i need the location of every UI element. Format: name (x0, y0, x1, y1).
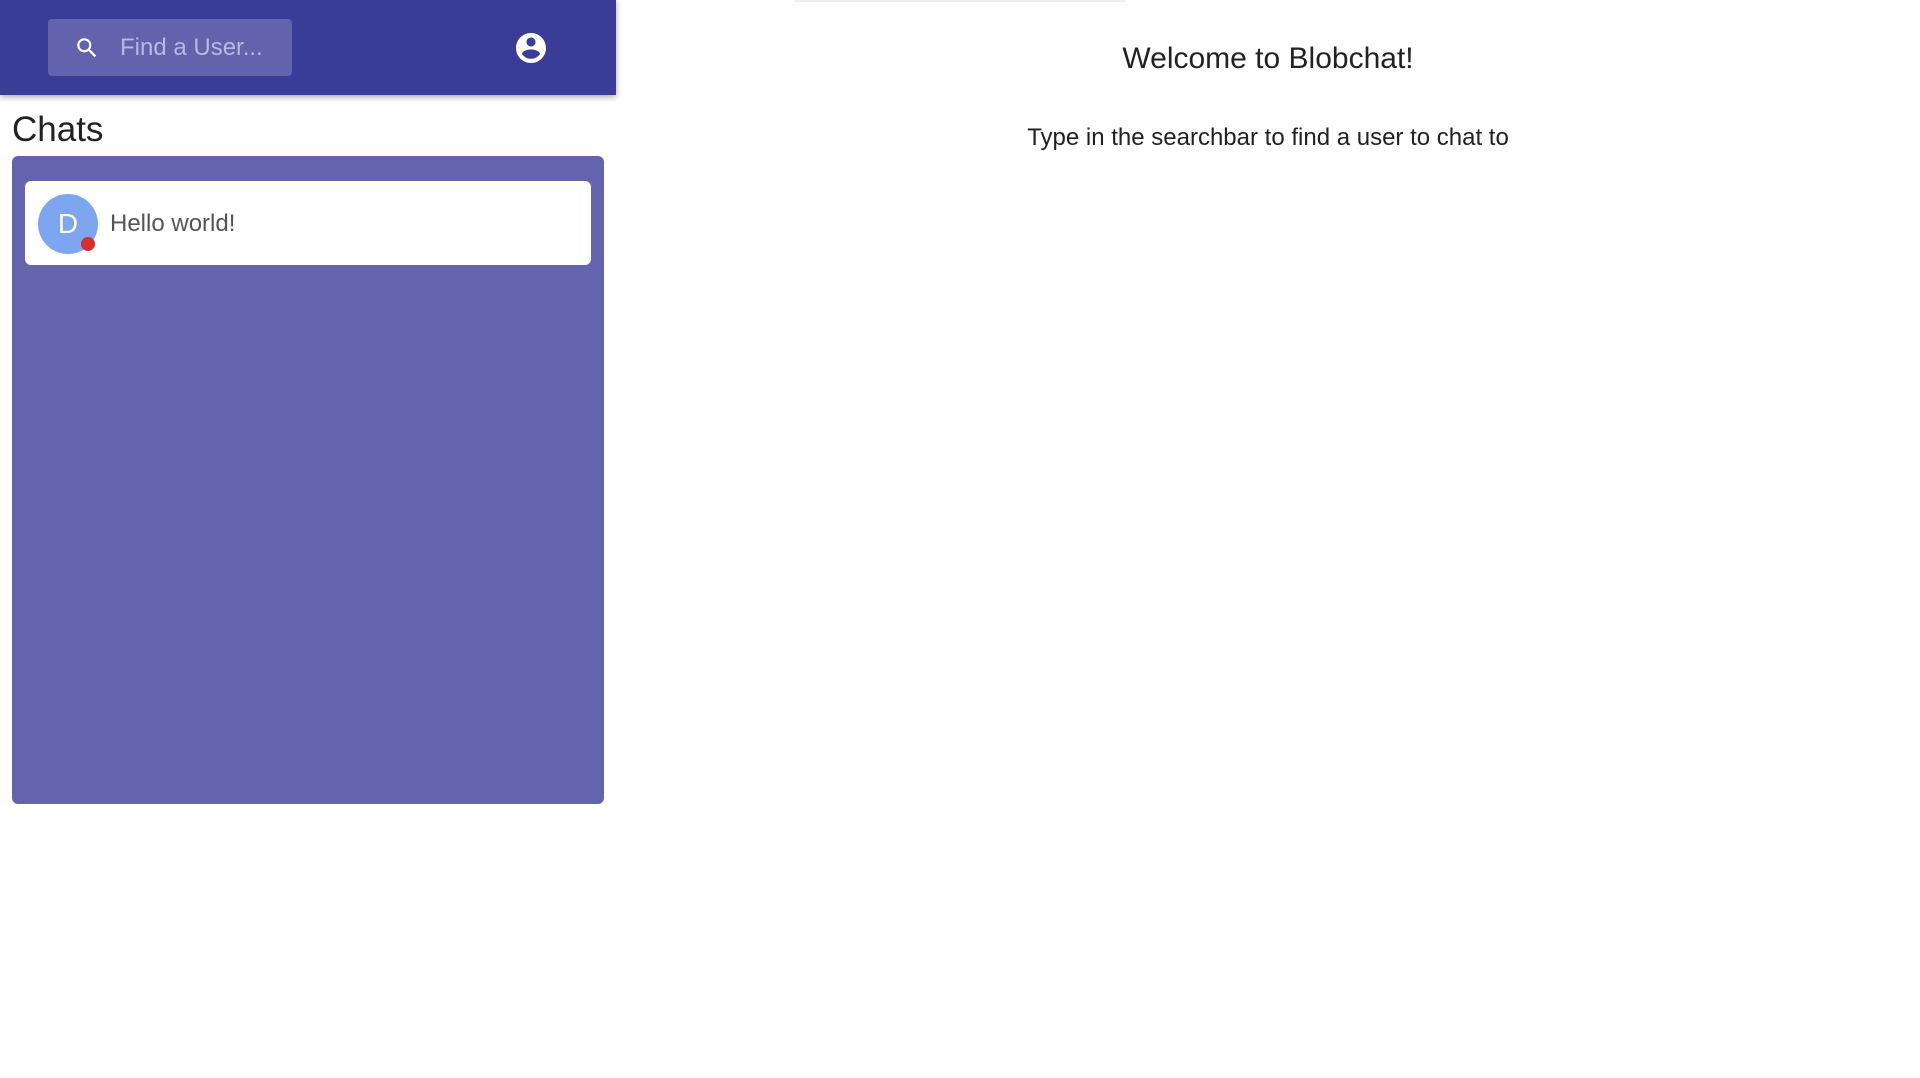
welcome-subtitle: Type in the searchbar to find a user to … (1027, 124, 1509, 151)
status-indicator (81, 237, 95, 251)
search-input[interactable] (120, 19, 284, 76)
chats-heading: Chats (12, 110, 104, 149)
chat-preview-text: Hello world! (110, 210, 236, 237)
user-search-bar[interactable] (48, 19, 292, 76)
welcome-title: Welcome to Blobchat! (1122, 42, 1414, 75)
app-root: Chats D Hello world! Welcome to Blobchat… (0, 0, 1920, 1078)
divider (795, 0, 1125, 2)
search-icon (77, 38, 97, 58)
chat-list-item[interactable]: D Hello world! (25, 181, 591, 265)
chat-list-panel: D Hello world! (12, 156, 604, 804)
app-header (0, 0, 616, 95)
account-circle-icon[interactable] (513, 30, 549, 66)
